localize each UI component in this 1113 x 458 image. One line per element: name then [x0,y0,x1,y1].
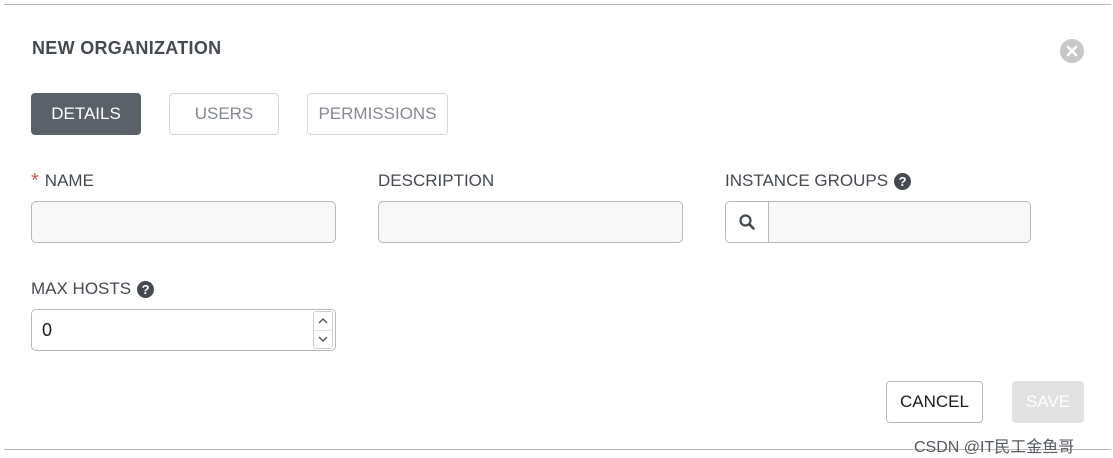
question-circle-icon[interactable]: ? [137,280,155,298]
new-organization-dialog: NEW ORGANIZATION DETAILS USERS PERMISSIO… [4,4,1111,456]
max-hosts-value[interactable]: 0 [32,320,313,341]
max-hosts-label: MAX HOSTS ? [31,279,155,299]
instance-groups-lookup [725,201,1031,243]
max-hosts-label-text: MAX HOSTS [31,279,132,298]
tab-users[interactable]: USERS [169,93,279,135]
description-input[interactable] [378,201,683,243]
increment-button[interactable] [314,312,332,330]
max-hosts-input[interactable]: 0 [31,309,336,351]
close-icon[interactable] [1060,39,1084,63]
save-button[interactable]: SAVE [1012,381,1084,423]
cancel-button[interactable]: CANCEL [886,381,983,423]
max-hosts-spinner[interactable] [313,311,333,349]
chevron-down-icon [318,336,328,342]
question-circle-icon[interactable]: ? [894,172,912,190]
watermark: CSDN @IT民工金鱼哥 [914,439,1075,456]
search-icon[interactable] [726,202,769,242]
cancel-label: CANCEL [900,392,969,411]
tab-permissions-label: PERMISSIONS [318,104,437,123]
instance-groups-label-text: INSTANCE GROUPS [725,171,889,190]
dialog-title: NEW ORGANIZATION [32,38,222,58]
name-label: * NAME [31,171,94,191]
decrement-button[interactable] [314,329,332,349]
required-marker: * [31,169,39,192]
tab-permissions[interactable]: PERMISSIONS [307,93,448,135]
description-label-text: DESCRIPTION [378,171,495,190]
instance-groups-label: INSTANCE GROUPS ? [725,171,912,191]
tab-users-label: USERS [194,104,254,123]
name-input[interactable] [31,201,336,243]
tab-details[interactable]: DETAILS [31,93,141,135]
tab-details-label: DETAILS [51,104,121,123]
save-label: SAVE [1025,392,1071,411]
name-label-text: NAME [44,171,94,190]
description-label: DESCRIPTION [378,171,494,191]
instance-groups-input[interactable] [769,202,1030,242]
chevron-up-icon [318,318,328,324]
